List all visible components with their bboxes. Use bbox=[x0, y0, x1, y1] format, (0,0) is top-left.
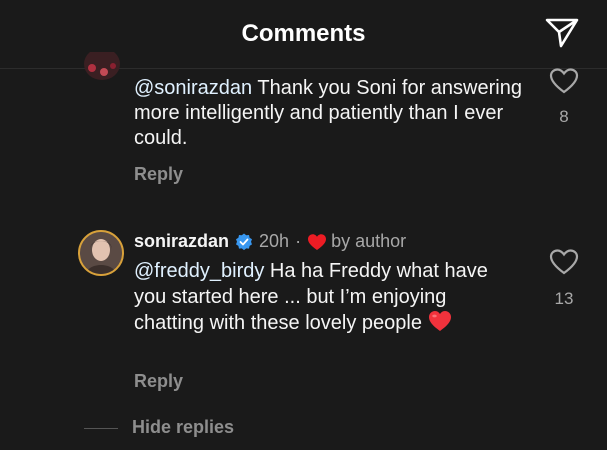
comment-text: @freddy_birdy Ha ha Freddy what have you… bbox=[134, 258, 514, 336]
share-icon[interactable] bbox=[544, 16, 580, 50]
mention-link[interactable]: @sonirazdan bbox=[134, 77, 252, 99]
comment-time: 20h bbox=[259, 231, 290, 251]
comment-meta: sonirazdan 20h · by author bbox=[134, 231, 406, 252]
reply-button[interactable]: Reply bbox=[134, 371, 183, 392]
hide-replies-button[interactable]: Hide replies bbox=[132, 417, 234, 438]
avatar[interactable] bbox=[78, 230, 124, 276]
meta-separator: · bbox=[295, 231, 302, 251]
mention-link[interactable]: @freddy_birdy bbox=[134, 260, 264, 282]
page-title: Comments bbox=[241, 20, 366, 47]
like-icon[interactable] bbox=[549, 248, 579, 276]
verified-badge-icon bbox=[236, 233, 253, 250]
avatar[interactable] bbox=[82, 52, 122, 86]
like-count: 8 bbox=[559, 107, 569, 126]
by-author-label: by author bbox=[331, 231, 407, 251]
like-count: 13 bbox=[554, 289, 574, 308]
reply-button[interactable]: Reply bbox=[134, 164, 183, 185]
heart-icon bbox=[308, 233, 327, 250]
like-icon[interactable] bbox=[549, 67, 579, 95]
username-link[interactable]: sonirazdan bbox=[134, 231, 229, 252]
heart-icon bbox=[428, 311, 451, 331]
thread-line bbox=[84, 428, 118, 429]
comment-text: @sonirazdan Thank you Soni for answering… bbox=[134, 76, 529, 151]
